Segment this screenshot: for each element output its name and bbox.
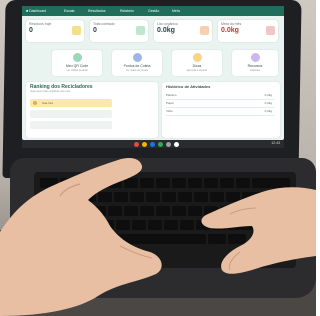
left-hand <box>0 158 162 316</box>
photo-scene: ■ Dashboard Escala Resultados Relatório … <box>0 0 316 316</box>
right-hand <box>201 187 316 274</box>
hands <box>0 158 316 316</box>
